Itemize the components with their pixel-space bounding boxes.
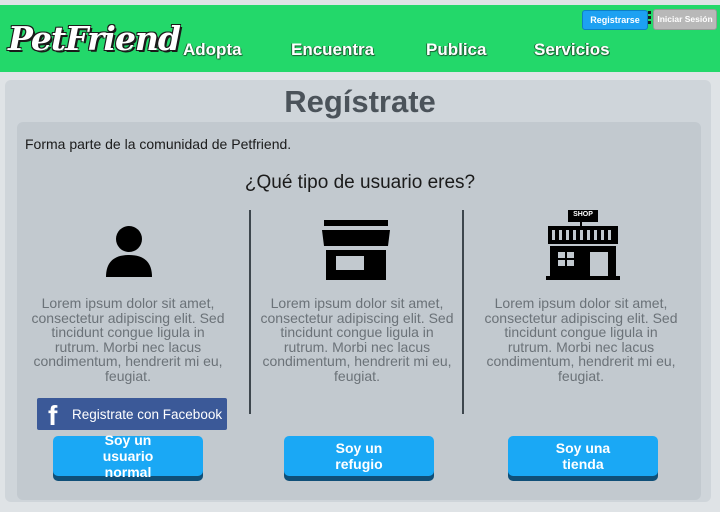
shelter-button-label: Soy un refugio: [335, 440, 383, 472]
shelter-button[interactable]: Soy un refugio: [284, 436, 434, 476]
intro-text: Forma parte de la comunidad de Petfriend…: [25, 136, 292, 152]
store-button-label: Soy una tienda: [555, 440, 611, 472]
login-button[interactable]: Iniciar Sesión: [653, 9, 717, 30]
nav-item-adopta[interactable]: Adopta: [183, 40, 242, 60]
petfriend-logo[interactable]: PetFriend: [8, 19, 181, 58]
column-description: Lorem ipsum dolor sit amet, consectetur …: [31, 295, 225, 384]
store-icon: [322, 220, 390, 280]
store-button[interactable]: Soy una tienda: [508, 436, 658, 476]
separator-dots: [648, 10, 651, 28]
normal-user-button[interactable]: Soy un usuario normal: [53, 432, 203, 480]
facebook-button-label: Registrate con Facebook: [72, 407, 223, 422]
nav-item-publica[interactable]: Publica: [426, 40, 486, 60]
column-description: Lorem ipsum dolor sit amet, consectetur …: [260, 295, 454, 384]
column-description: Lorem ipsum dolor sit amet, consectetur …: [484, 295, 678, 384]
normal-user-button-label: Soy un usuario normal: [102, 432, 154, 480]
user-icon: [106, 226, 152, 277]
column-divider: [249, 210, 251, 414]
shop-sign-text: SHOP: [573, 211, 593, 218]
nav-item-servicios[interactable]: Servicios: [534, 40, 610, 60]
facebook-icon: f: [48, 400, 58, 431]
page-title: Regístrate: [284, 84, 436, 119]
column-divider: [462, 210, 464, 414]
shop-icon: [546, 210, 620, 280]
nav-item-encuentra[interactable]: Encuentra: [291, 40, 374, 60]
register-button[interactable]: Registrarse: [582, 10, 648, 30]
user-type-question: ¿Qué tipo de usuario eres?: [244, 172, 476, 193]
facebook-register-button[interactable]: f Registrate con Facebook: [37, 398, 227, 431]
